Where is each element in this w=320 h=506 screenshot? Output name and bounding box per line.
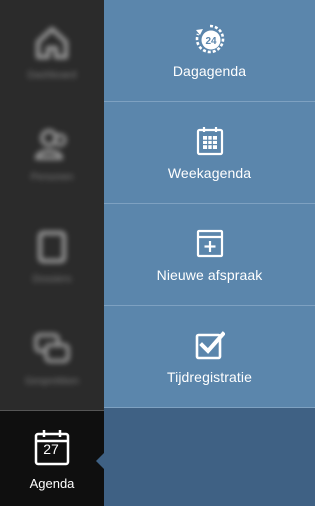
svg-text:24: 24 <box>205 36 217 47</box>
menu-item-label: Tijdregistratie <box>166 368 252 385</box>
day-24-icon: 24 <box>194 23 226 55</box>
sidebar-item-label: Dossiers <box>32 273 72 285</box>
checkbox-icon <box>194 329 226 361</box>
sidebar-item-label: Personen <box>30 171 74 183</box>
calendar-day-number: 27 <box>43 441 59 457</box>
menu-item-label: Nieuwe afspraak <box>156 266 263 283</box>
menu-item-tijdregistratie[interactable]: Tijdregistratie <box>104 306 315 408</box>
menu-item-label: Weekagenda <box>167 164 252 181</box>
week-calendar-icon <box>194 125 226 157</box>
sidebar-item-dashboard[interactable]: Dashboard <box>0 0 104 102</box>
sidebar-item-label: Gesprekken <box>25 375 79 387</box>
home-icon <box>31 22 73 64</box>
folder-icon <box>31 226 73 268</box>
calendar-plus-icon <box>194 227 226 259</box>
people-icon <box>31 124 73 166</box>
menu-item-weekagenda[interactable]: Weekagenda <box>104 102 315 204</box>
sidebar-rail: Dashboard Personen Dossiers Gesprekken 2… <box>0 0 104 506</box>
menu-item-label: Dagagenda <box>172 62 247 79</box>
sidebar-item-personen[interactable]: Personen <box>0 102 104 204</box>
sidebar-item-dossiers[interactable]: Dossiers <box>0 204 104 306</box>
calendar-icon: 27 <box>31 426 73 468</box>
sidebar-item-gesprekken[interactable]: Gesprekken <box>0 306 104 408</box>
sidebar-item-label: Dashboard <box>27 69 77 81</box>
sidebar-item-label: Agenda <box>29 476 75 491</box>
chat-icon <box>31 328 73 370</box>
agenda-submenu: 24 Dagagenda Weekagenda Nieuwe afspraak … <box>104 0 315 506</box>
agenda-app: Dashboard Personen Dossiers Gesprekken 2… <box>0 0 315 506</box>
menu-item-nieuwe-afspraak[interactable]: Nieuwe afspraak <box>104 204 315 306</box>
sidebar-item-agenda[interactable]: 27 Agenda <box>0 410 104 506</box>
menu-item-dagagenda[interactable]: 24 Dagagenda <box>104 0 315 102</box>
